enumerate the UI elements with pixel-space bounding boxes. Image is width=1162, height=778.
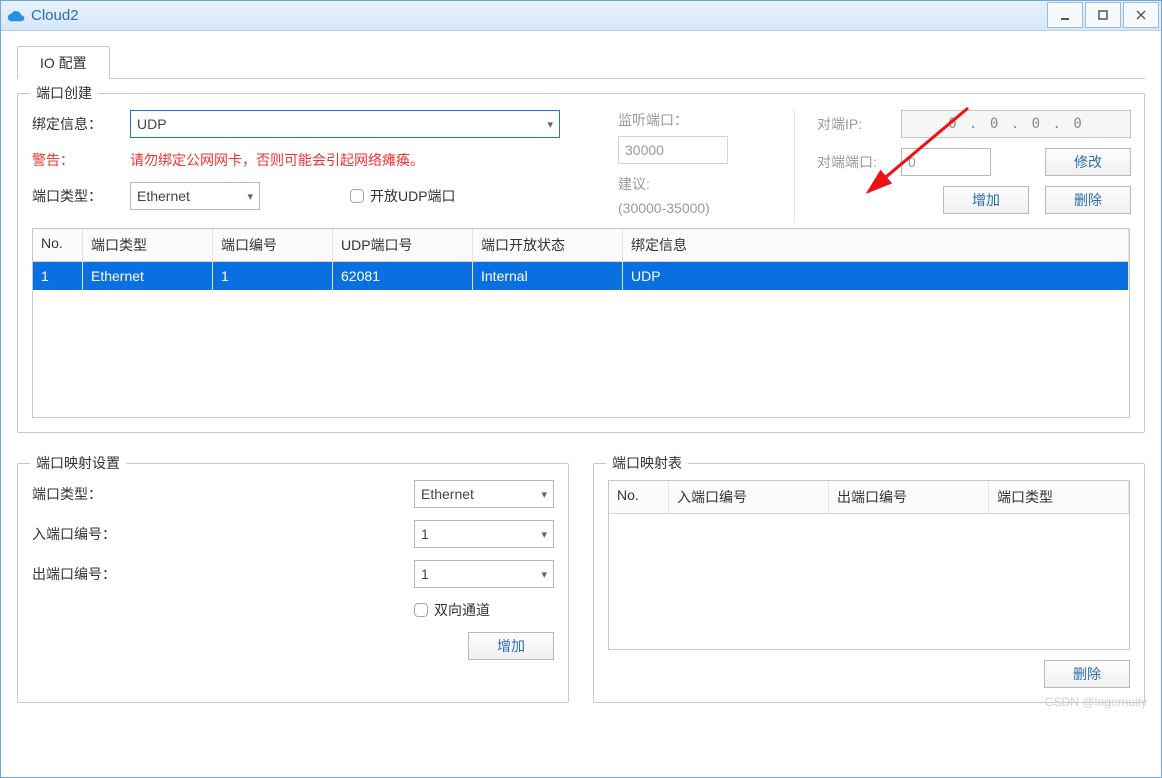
cloud-icon (7, 7, 25, 25)
col-state: 端口开放状态 (473, 229, 623, 261)
select-bind-info[interactable]: UDP ▾ (130, 110, 560, 138)
chevron-down-icon: ▾ (247, 190, 253, 203)
content-area: IO 配置 端口创建 绑定信息： UDP ▾ (1, 31, 1161, 713)
cell-num: 1 (213, 262, 333, 290)
chevron-down-icon: ▾ (547, 118, 553, 131)
add-button[interactable]: 增加 (943, 186, 1029, 214)
label-warning: 警告： (32, 150, 120, 170)
select-port-type[interactable]: Ethernet ▾ (130, 182, 260, 210)
cell-state: Internal (473, 262, 623, 290)
title-bar: Cloud2 (1, 1, 1161, 31)
col-type: 端口类型 (83, 229, 213, 261)
col-num: 端口编号 (213, 229, 333, 261)
table-row[interactable]: 1 Ethernet 1 62081 Internal UDP (33, 262, 1129, 290)
cell-type: Ethernet (83, 262, 213, 290)
select-bind-value: UDP (137, 116, 167, 132)
left-column: 绑定信息： UDP ▾ 警告： 请勿绑定公网网卡，否则可能会引起网络瘫痪。 端口… (32, 110, 592, 222)
cell-udp: 62081 (333, 262, 473, 290)
map-delete-button[interactable]: 删除 (1044, 660, 1130, 688)
mcol-no: No. (609, 481, 669, 513)
select-out-port[interactable]: 1▾ (414, 560, 554, 588)
legend-map-settings: 端口映射设置 (30, 453, 126, 473)
label-suggest-range: (30000-35000) (618, 200, 768, 216)
select-map-port-type-value: Ethernet (421, 486, 474, 502)
mid-column: 监听端口： 30000 建议: (30000-35000) (618, 110, 768, 222)
close-button[interactable] (1123, 2, 1159, 28)
col-bind: 绑定信息 (623, 229, 1129, 261)
label-peer-ip: 对端IP: (817, 114, 889, 134)
label-map-port-type: 端口类型： (32, 484, 152, 504)
map-add-button[interactable]: 增加 (468, 632, 554, 660)
chevron-down-icon: ▾ (541, 488, 547, 501)
map-table[interactable]: No. 入端口编号 出端口编号 端口类型 (608, 480, 1130, 650)
select-in-port-value: 1 (421, 526, 429, 542)
map-table-header: No. 入端口编号 出端口编号 端口类型 (609, 481, 1129, 514)
minimize-button[interactable] (1047, 2, 1083, 28)
window-controls (1047, 2, 1159, 28)
delete-button[interactable]: 删除 (1045, 186, 1131, 214)
right-column: 对端IP: 0 . 0 . 0 . 0 对端端口: 修改 增加 删除 (794, 110, 1131, 222)
checkbox-open-udp[interactable]: 开放UDP端口 (350, 186, 456, 206)
modify-button[interactable]: 修改 (1045, 148, 1131, 176)
maximize-button[interactable] (1085, 2, 1121, 28)
watermark: CSDN @Ingernuity (1045, 695, 1147, 709)
label-out-port: 出端口编号： (32, 564, 152, 584)
label-listen-port: 监听端口： (618, 110, 768, 130)
chevron-down-icon: ▾ (541, 568, 547, 581)
select-in-port[interactable]: 1▾ (414, 520, 554, 548)
tab-bar: IO 配置 (17, 45, 1145, 79)
checkbox-open-udp-label: 开放UDP端口 (370, 186, 456, 206)
tab-io-config[interactable]: IO 配置 (17, 46, 110, 79)
select-out-port-value: 1 (421, 566, 429, 582)
port-table[interactable]: No. 端口类型 端口编号 UDP端口号 端口开放状态 绑定信息 1 Ether… (32, 228, 1130, 418)
bottom-section: 端口映射设置 端口类型： Ethernet▾ 入端口编号： 1▾ 出端 (17, 449, 1145, 703)
upper-section: 绑定信息： UDP ▾ 警告： 请勿绑定公网网卡，否则可能会引起网络瘫痪。 端口… (32, 110, 1130, 222)
checkbox-box (350, 189, 364, 203)
mcol-out: 出端口编号 (829, 481, 989, 513)
select-map-port-type[interactable]: Ethernet ▾ (414, 480, 554, 508)
table-header: No. 端口类型 端口编号 UDP端口号 端口开放状态 绑定信息 (33, 229, 1129, 262)
label-peer-port: 对端端口: (817, 152, 889, 172)
label-port-type: 端口类型： (32, 186, 120, 206)
checkbox-box (414, 603, 428, 617)
col-no: No. (33, 229, 83, 261)
input-peer-port[interactable] (901, 148, 991, 176)
mcol-type: 端口类型 (989, 481, 1129, 513)
group-map-table: 端口映射表 No. 入端口编号 出端口编号 端口类型 删除 (593, 463, 1145, 703)
input-peer-ip[interactable]: 0 . 0 . 0 . 0 (901, 110, 1131, 138)
legend-map-table: 端口映射表 (606, 453, 688, 473)
select-port-type-value: Ethernet (137, 188, 190, 204)
group-port-create: 端口创建 绑定信息： UDP ▾ 警告： 请勿绑定公网 (17, 93, 1145, 433)
app-window: Cloud2 IO 配置 端口创建 绑定信息： UDP (0, 0, 1162, 778)
label-suggest: 建议: (618, 174, 768, 194)
col-udp: UDP端口号 (333, 229, 473, 261)
warning-text: 请勿绑定公网网卡，否则可能会引起网络瘫痪。 (130, 150, 424, 170)
cell-no: 1 (33, 262, 83, 290)
mcol-in: 入端口编号 (669, 481, 829, 513)
window-title: Cloud2 (31, 7, 79, 24)
label-bind-info: 绑定信息： (32, 114, 120, 134)
input-listen-port[interactable]: 30000 (618, 136, 728, 164)
checkbox-bidir[interactable]: 双向通道 (414, 600, 554, 620)
group-map-settings: 端口映射设置 端口类型： Ethernet▾ 入端口编号： 1▾ 出端 (17, 463, 569, 703)
label-in-port: 入端口编号： (32, 524, 152, 544)
legend-port-create: 端口创建 (30, 83, 98, 103)
chevron-down-icon: ▾ (541, 528, 547, 541)
checkbox-bidir-label: 双向通道 (434, 600, 490, 620)
cell-bind: UDP (623, 262, 1129, 290)
